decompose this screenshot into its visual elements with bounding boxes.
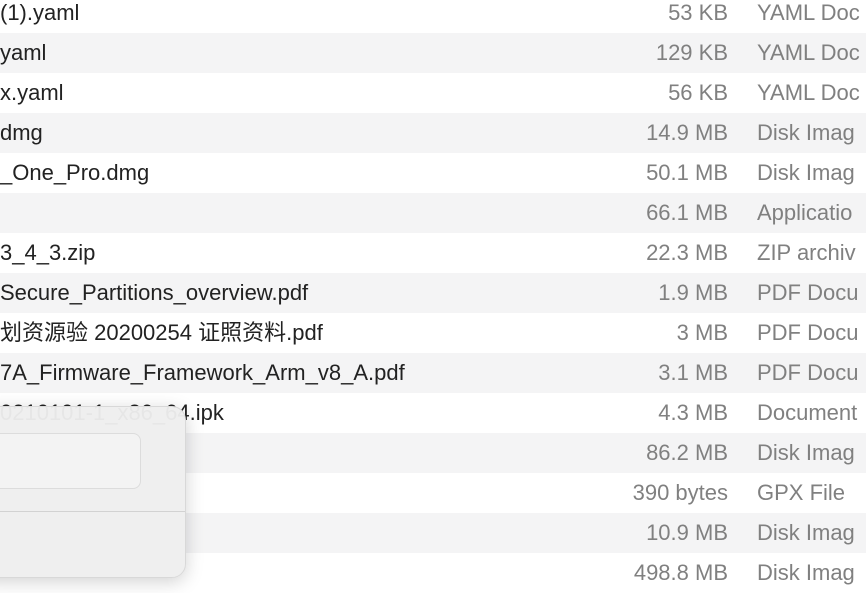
file-name: 3_4_3.zip bbox=[0, 240, 96, 265]
file-row[interactable]: 7A_Firmware_Framework_Arm_v8_A.pdf 3.1 M… bbox=[0, 353, 866, 393]
file-kind: Disk Imag bbox=[757, 440, 855, 465]
file-size: 14.9 MB bbox=[646, 120, 728, 145]
file-kind: Applicatio bbox=[757, 200, 853, 225]
file-name: 7A_Firmware_Framework_Arm_v8_A.pdf bbox=[0, 360, 405, 385]
file-kind: PDF Docu bbox=[757, 320, 859, 345]
popup-divider bbox=[0, 511, 185, 512]
file-kind: Document bbox=[757, 400, 858, 425]
file-name: 划资源验 20200254 证照资料.pdf bbox=[0, 320, 323, 345]
file-size: 3 MB bbox=[676, 320, 728, 345]
file-kind: Disk Imag bbox=[757, 160, 855, 185]
file-row[interactable]: dmg 14.9 MB Disk Imag bbox=[0, 113, 866, 153]
file-size: 56 KB bbox=[668, 80, 728, 105]
file-size: 1.9 MB bbox=[658, 280, 728, 305]
file-size: 50.1 MB bbox=[646, 160, 728, 185]
file-size: 3.1 MB bbox=[658, 360, 728, 385]
file-size: 86.2 MB bbox=[646, 440, 728, 465]
file-size: 10.9 MB bbox=[646, 520, 728, 545]
file-size: 390 bytes bbox=[632, 480, 728, 505]
popup-input-field[interactable] bbox=[0, 433, 141, 489]
file-row[interactable]: 3_4_3.zip 22.3 MB ZIP archiv bbox=[0, 233, 866, 273]
file-name: (1).yaml bbox=[0, 0, 80, 25]
file-row[interactable]: 66.1 MB Applicatio bbox=[0, 193, 866, 233]
file-kind: Disk Imag bbox=[757, 520, 855, 545]
file-size: 498.8 MB bbox=[633, 560, 728, 585]
file-kind: GPX File bbox=[757, 480, 846, 505]
file-kind: Disk Imag bbox=[757, 120, 855, 145]
file-name: dmg bbox=[0, 120, 43, 145]
file-kind: ZIP archiv bbox=[757, 240, 856, 265]
file-kind: YAML Doc bbox=[757, 0, 860, 25]
file-kind: PDF Docu bbox=[757, 360, 859, 385]
file-name: x.yaml bbox=[0, 80, 64, 105]
file-kind: YAML Doc bbox=[757, 40, 860, 65]
file-row[interactable]: (1).yaml 53 KB YAML Doc bbox=[0, 0, 866, 33]
file-kind: PDF Docu bbox=[757, 280, 859, 305]
file-name: yaml bbox=[0, 40, 47, 65]
popup-panel bbox=[0, 406, 186, 578]
file-size: 22.3 MB bbox=[646, 240, 728, 265]
file-size: 53 KB bbox=[668, 0, 728, 25]
file-row[interactable]: _One_Pro.dmg 50.1 MB Disk Imag bbox=[0, 153, 866, 193]
file-kind: Disk Imag bbox=[757, 560, 855, 585]
file-row[interactable]: 划资源验 20200254 证照资料.pdf 3 MB PDF Docu bbox=[0, 313, 866, 353]
file-row[interactable]: Secure_Partitions_overview.pdf 1.9 MB PD… bbox=[0, 273, 866, 313]
file-row[interactable]: yaml 129 KB YAML Doc bbox=[0, 33, 866, 73]
file-row[interactable]: x.yaml 56 KB YAML Doc bbox=[0, 73, 866, 113]
file-size: 66.1 MB bbox=[646, 200, 728, 225]
file-name: Secure_Partitions_overview.pdf bbox=[0, 280, 309, 305]
file-kind: YAML Doc bbox=[757, 80, 860, 105]
file-size: 4.3 MB bbox=[658, 400, 728, 425]
file-size: 129 KB bbox=[655, 40, 728, 65]
file-name: _One_Pro.dmg bbox=[0, 160, 150, 185]
